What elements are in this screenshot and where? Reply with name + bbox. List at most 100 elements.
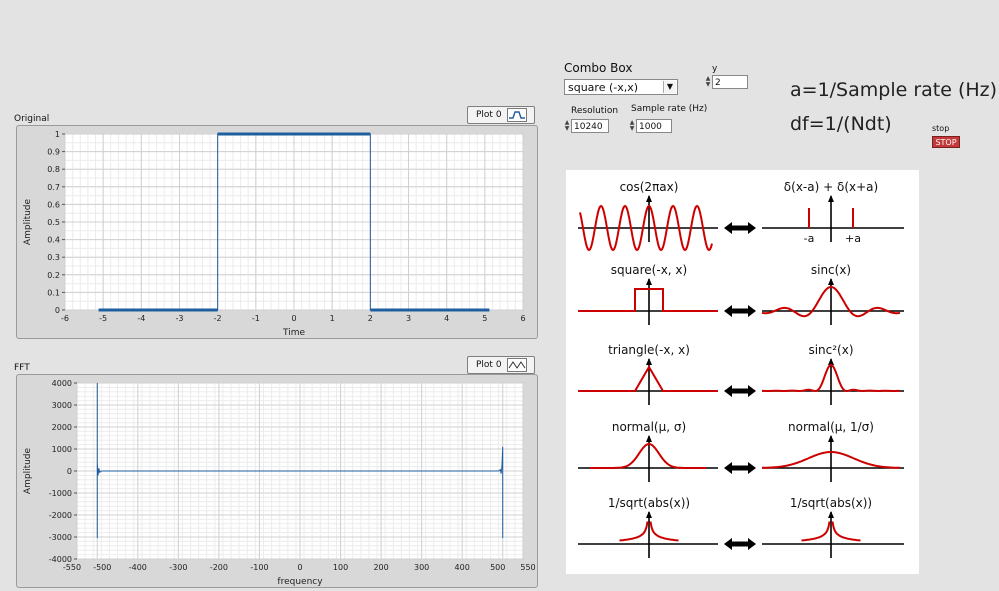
x-tick-label: -500 <box>93 563 111 572</box>
x-tick-label: -5 <box>99 314 107 323</box>
y-tick-label: 0.9 <box>47 148 60 157</box>
legend-label: Plot 0 <box>476 110 502 120</box>
x-tick-label: 400 <box>455 563 470 572</box>
chevron-down-icon[interactable]: ▼ <box>663 81 676 93</box>
inverse-sqrt-curve <box>619 521 649 542</box>
arrow-up-icon <box>828 435 834 442</box>
y-input[interactable]: 2 <box>712 75 748 89</box>
pair-left-label: triangle(-x, x) <box>608 343 690 357</box>
y-tick-label: 0.3 <box>47 253 60 262</box>
x-tick-label: -400 <box>129 563 147 572</box>
resolution-control[interactable]: ▲ ▼ 10240 <box>563 119 609 133</box>
y-tick-label: 2000 <box>52 423 72 432</box>
delta-label-left: -a <box>804 232 815 245</box>
increment-decrement-icon[interactable]: ▲ ▼ <box>704 75 712 89</box>
fft-chart: -550 -500 -400 -300 -200 -100 0 100 200 300 400 500… <box>23 379 536 587</box>
y-label: y <box>712 64 718 74</box>
fft-graph-title: FFT <box>14 363 30 373</box>
arrow-up-icon <box>646 435 652 442</box>
x-axis-label: frequency <box>277 577 323 587</box>
x-tick-label: -550 <box>63 563 81 572</box>
formula-line-2: df=1/(Ndt) <box>790 113 892 135</box>
combo-box-value: square (-x,x) <box>568 81 639 94</box>
double-arrow-icon <box>724 305 756 317</box>
x-tick-label: 0 <box>291 314 296 323</box>
increment-decrement-icon[interactable]: ▲ ▼ <box>628 119 636 133</box>
pair-right-label: sinc²(x) <box>808 343 853 357</box>
y-tick-label: 0.5 <box>47 218 60 227</box>
resolution-input[interactable]: 10240 <box>571 119 609 133</box>
x-tick-label: 3 <box>406 314 411 323</box>
y-tick-label: -2000 <box>49 511 72 520</box>
y-tick-label: 1000 <box>52 445 72 454</box>
y-tick-label: 1 <box>55 130 60 139</box>
pair-right-label: normal(μ, 1/σ) <box>788 420 874 434</box>
line-style-icon[interactable] <box>506 358 527 372</box>
arrow-up-icon <box>646 278 652 285</box>
pair-right-label: sinc(x) <box>811 263 851 277</box>
combo-box[interactable]: square (-x,x) ▼ <box>564 79 678 95</box>
arrow-up-icon <box>828 511 834 518</box>
original-graph: -6 -5 -4 -3 -2 -1 0 1 2 3 4 5 6 0 0.1 0.2 0.3 0.4 0.5 0.6 0.… <box>16 125 538 339</box>
arrow-up-icon <box>646 511 652 518</box>
inverse-sqrt-curve <box>831 521 861 542</box>
x-tick-label: -100 <box>250 563 268 572</box>
resolution-label: Resolution <box>571 106 619 116</box>
x-tick-label: 500 <box>490 563 505 572</box>
x-tick-label: 0 <box>297 563 302 572</box>
formula-line-1: a=1/Sample rate (Hz) <box>790 79 998 101</box>
double-arrow-icon <box>724 462 756 474</box>
sample-rate-input[interactable]: 1000 <box>636 119 672 133</box>
arrow-up-icon <box>646 358 652 365</box>
y-tick-label: 3000 <box>52 401 72 410</box>
x-tick-label: 4 <box>444 314 449 323</box>
arrow-up-icon <box>828 358 834 365</box>
square-pulse <box>578 288 718 312</box>
triangle-pulse <box>578 365 718 392</box>
x-tick-label: -300 <box>169 563 187 572</box>
arrow-up-icon <box>828 195 834 202</box>
y-tick-label: 0.8 <box>47 165 60 174</box>
x-tick-label: 1 <box>330 314 335 323</box>
y-tick-label: 0.7 <box>47 183 60 192</box>
pair-right-label: δ(x-a) + δ(x+a) <box>784 180 878 194</box>
x-tick-label: 200 <box>373 563 388 572</box>
x-tick-label: 300 <box>414 563 429 572</box>
double-arrow-icon <box>724 538 756 550</box>
pair-left-label: 1/sqrt(abs(x)) <box>608 496 690 510</box>
double-arrow-icon <box>724 222 756 234</box>
line-style-icon[interactable] <box>506 108 527 122</box>
pair-left-label: normal(μ, σ) <box>612 420 686 434</box>
stop-button[interactable]: STOP <box>932 136 960 148</box>
y-tick-label: -4000 <box>49 555 72 564</box>
sample-rate-label: Sample rate (Hz) <box>631 104 708 114</box>
fft-plot-legend[interactable]: Plot 0 <box>467 356 535 374</box>
y-tick-label: 0.6 <box>47 200 60 209</box>
original-chart: -6 -5 -4 -3 -2 -1 0 1 2 3 4 5 6 0 0.1 0.2 0.3 0.4 0.5 0.6 0.… <box>23 130 526 338</box>
y-axis-label: Amplitude <box>23 447 33 494</box>
x-tick-label: -1 <box>252 314 260 323</box>
y-tick-label: 0.1 <box>47 288 60 297</box>
pair-left-label: cos(2πax) <box>620 180 679 194</box>
original-graph-title: Original <box>14 114 50 124</box>
x-tick-label: 550 <box>520 563 535 572</box>
y-tick-label: 0.2 <box>47 271 60 280</box>
double-arrow-icon <box>724 385 756 397</box>
x-tick-label: 100 <box>333 563 348 572</box>
increment-decrement-icon[interactable]: ▲ ▼ <box>563 119 571 133</box>
x-tick-label: -3 <box>176 314 184 323</box>
y-tick-label: -1000 <box>49 489 72 498</box>
y-tick-label: -3000 <box>49 533 72 542</box>
legend-label: Plot 0 <box>476 360 502 370</box>
original-plot-legend[interactable]: Plot 0 <box>467 106 535 124</box>
x-tick-label: -4 <box>137 314 145 323</box>
y-tick-label: 0 <box>67 467 72 476</box>
y-tick-label: 4000 <box>52 379 72 388</box>
gaussian-curve <box>590 442 706 469</box>
x-tick-label: -200 <box>210 563 228 572</box>
arrow-up-icon <box>646 195 652 202</box>
pair-right-label: 1/sqrt(abs(x)) <box>790 496 872 510</box>
y-control[interactable]: ▲ ▼ 2 <box>704 75 748 89</box>
sample-rate-control[interactable]: ▲ ▼ 1000 <box>628 119 672 133</box>
fourier-pairs-reference: cos(2πax) δ(x-a) + δ(x+a) -a +a square(-x, x… <box>566 170 919 574</box>
